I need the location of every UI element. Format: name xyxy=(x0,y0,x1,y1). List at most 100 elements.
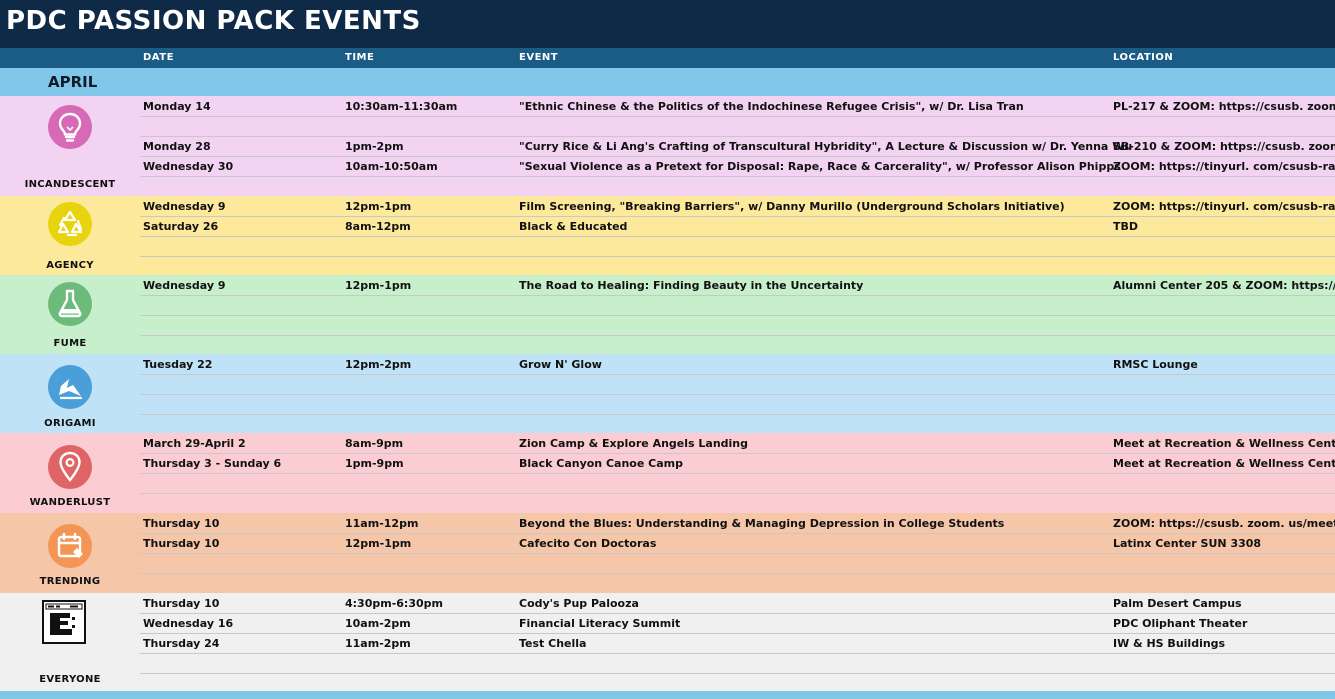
event-row[interactable]: Saturday 26 8am-12pm Black & Educated TBD xyxy=(140,216,1335,237)
event-time-cell[interactable]: 8am-9pm xyxy=(345,437,403,450)
event-date-cell[interactable]: Thursday 24 xyxy=(143,637,219,650)
event-location-cell[interactable]: PDC Oliphant Theater xyxy=(1113,617,1247,630)
event-location-cell[interactable]: Alumni Center 205 & ZOOM: https://csu xyxy=(1113,279,1335,292)
event-time-cell[interactable]: 11am-12pm xyxy=(345,517,418,530)
category-section-agency: AGENCY Wednesday 9 12pm-1pm Film Screening,… xyxy=(0,196,1335,275)
event-date-cell[interactable]: Thursday 10 xyxy=(143,517,219,530)
header-time[interactable]: TIME xyxy=(345,52,374,63)
category-name: WANDERLUST xyxy=(29,497,111,508)
header-date[interactable]: DATE xyxy=(143,52,174,63)
event-event-cell[interactable]: "Ethnic Chinese & the Politics of the In… xyxy=(519,100,1024,113)
event-location-cell[interactable]: TBD xyxy=(1113,220,1138,233)
event-row[interactable] xyxy=(140,256,1335,275)
event-date-cell[interactable]: Wednesday 16 xyxy=(143,617,233,630)
category-name: ORIGAMI xyxy=(44,418,96,429)
event-date-cell[interactable]: March 29-April 2 xyxy=(143,437,246,450)
event-event-cell[interactable]: Cody's Pup Palooza xyxy=(519,597,639,610)
event-date-cell[interactable]: Monday 28 xyxy=(143,140,211,153)
category-name: TRENDING xyxy=(39,576,101,587)
event-row[interactable] xyxy=(140,673,1335,691)
event-row[interactable] xyxy=(140,176,1335,196)
event-time-cell[interactable]: 1pm-9pm xyxy=(345,457,404,470)
event-date-cell[interactable]: Thursday 3 - Sunday 6 xyxy=(143,457,281,470)
event-date-cell[interactable]: Thursday 10 xyxy=(143,597,219,610)
event-row[interactable]: Wednesday 9 12pm-1pm The Road to Healing: … xyxy=(140,275,1335,296)
event-event-cell[interactable]: Test Chella xyxy=(519,637,586,650)
category-label-cell: AGENCY xyxy=(0,196,140,275)
event-time-cell[interactable]: 12pm-2pm xyxy=(345,358,411,371)
event-row[interactable]: Thursday 10 12pm-1pm Cafecito Con Doctoras… xyxy=(140,533,1335,554)
event-date-cell[interactable]: Thursday 10 xyxy=(143,537,219,550)
event-date-cell[interactable]: Wednesday 30 xyxy=(143,160,233,173)
event-row[interactable]: Wednesday 30 10am-10:50am "Sexual Violence… xyxy=(140,156,1335,177)
event-row[interactable]: Tuesday 22 12pm-2pm Grow N' Glow RMSC Loung… xyxy=(140,354,1335,375)
event-row[interactable] xyxy=(140,473,1335,494)
event-location-cell[interactable]: RMSC Lounge xyxy=(1113,358,1198,371)
event-time-cell[interactable]: 1pm-2pm xyxy=(345,140,404,153)
event-location-cell[interactable]: Meet at Recreation & Wellness Center xyxy=(1113,457,1335,470)
event-location-cell[interactable]: Palm Desert Campus xyxy=(1113,597,1242,610)
header-location[interactable]: LOCATION xyxy=(1113,52,1173,63)
event-row[interactable]: March 29-April 2 8am-9pm Zion Camp & Explo… xyxy=(140,433,1335,454)
event-row[interactable]: Wednesday 9 12pm-1pm Film Screening, "Brea… xyxy=(140,196,1335,217)
header-event[interactable]: EVENT xyxy=(519,52,558,63)
event-date-cell[interactable]: Wednesday 9 xyxy=(143,200,226,213)
event-event-cell[interactable]: Black Canyon Canoe Camp xyxy=(519,457,683,470)
event-location-cell[interactable]: Meet at Recreation & Wellness Center xyxy=(1113,437,1335,450)
event-event-cell[interactable]: Financial Literacy Summit xyxy=(519,617,680,630)
category-label-cell: FUME xyxy=(0,275,140,354)
event-date-cell[interactable]: Monday 14 xyxy=(143,100,211,113)
event-row[interactable] xyxy=(140,335,1335,354)
event-location-cell[interactable]: Latinx Center SUN 3308 xyxy=(1113,537,1261,550)
event-row[interactable]: Thursday 3 - Sunday 6 1pm-9pm Black Canyon… xyxy=(140,453,1335,474)
event-event-cell[interactable]: Black & Educated xyxy=(519,220,627,233)
event-event-cell[interactable]: Film Screening, "Breaking Barriers", w/ … xyxy=(519,200,1065,213)
event-location-cell[interactable]: PL-217 & ZOOM: https://csusb. zoom. us xyxy=(1113,100,1335,113)
event-row[interactable] xyxy=(140,573,1335,593)
event-time-cell[interactable]: 10am-2pm xyxy=(345,617,411,630)
event-row[interactable]: Thursday 24 11am-2pm Test Chella IW & HS Bu… xyxy=(140,633,1335,654)
event-event-cell[interactable]: Zion Camp & Explore Angels Landing xyxy=(519,437,748,450)
event-time-cell[interactable]: 10:30am-11:30am xyxy=(345,100,457,113)
event-row[interactable] xyxy=(140,315,1335,336)
event-row[interactable] xyxy=(140,653,1335,674)
category-label-cell: WANDERLUST xyxy=(0,433,140,513)
event-row[interactable]: Thursday 10 4:30pm-6:30pm Cody's Pup Paloo… xyxy=(140,593,1335,614)
event-time-cell[interactable]: 12pm-1pm xyxy=(345,537,411,550)
event-row[interactable] xyxy=(140,553,1335,574)
event-row[interactable] xyxy=(140,414,1335,433)
event-date-cell[interactable]: Saturday 26 xyxy=(143,220,218,233)
event-location-cell[interactable]: SB-210 & ZOOM: https://csusb. zoom. us xyxy=(1113,140,1335,153)
event-time-cell[interactable]: 8am-12pm xyxy=(345,220,411,233)
event-location-cell[interactable]: IW & HS Buildings xyxy=(1113,637,1225,650)
event-date-cell[interactable]: Tuesday 22 xyxy=(143,358,212,371)
event-time-cell[interactable]: 12pm-1pm xyxy=(345,279,411,292)
category-label-cell: ORIGAMI xyxy=(0,354,140,433)
event-row[interactable] xyxy=(140,116,1335,137)
event-location-cell[interactable]: ZOOM: https://tinyurl. com/csusb-race xyxy=(1113,160,1335,173)
event-row[interactable] xyxy=(140,374,1335,395)
event-event-cell[interactable]: "Sexual Violence as a Pretext for Dispos… xyxy=(519,160,1121,173)
event-event-cell[interactable]: Grow N' Glow xyxy=(519,358,602,371)
event-event-cell[interactable]: The Road to Healing: Finding Beauty in t… xyxy=(519,279,863,292)
event-row[interactable]: Wednesday 16 10am-2pm Financial Literacy S… xyxy=(140,613,1335,634)
event-event-cell[interactable]: Cafecito Con Doctoras xyxy=(519,537,656,550)
event-row[interactable] xyxy=(140,236,1335,257)
event-row[interactable]: Monday 14 10:30am-11:30am "Ethnic Chinese … xyxy=(140,96,1335,117)
event-location-cell[interactable]: ZOOM: https://tinyurl. com/csusb-race xyxy=(1113,200,1335,213)
event-row[interactable] xyxy=(140,394,1335,415)
event-time-cell[interactable]: 11am-2pm xyxy=(345,637,411,650)
event-location-cell[interactable]: ZOOM: https://csusb. zoom. us/meeting xyxy=(1113,517,1335,530)
event-event-cell[interactable]: Beyond the Blues: Understanding & Managi… xyxy=(519,517,1004,530)
event-time-cell[interactable]: 10am-10:50am xyxy=(345,160,438,173)
event-time-cell[interactable]: 4:30pm-6:30pm xyxy=(345,597,443,610)
event-date-cell[interactable]: Wednesday 9 xyxy=(143,279,226,292)
month-row: APRIL xyxy=(0,68,1335,96)
event-event-cell[interactable]: "Curry Rice & Li Ang's Crafting of Trans… xyxy=(519,140,1132,153)
event-row[interactable]: Thursday 10 11am-12pm Beyond the Blues: Un… xyxy=(140,513,1335,534)
event-time-cell[interactable]: 12pm-1pm xyxy=(345,200,411,213)
pixel-card-icon xyxy=(42,600,86,644)
event-row[interactable] xyxy=(140,295,1335,316)
event-row[interactable] xyxy=(140,493,1335,513)
event-row[interactable]: Monday 28 1pm-2pm "Curry Rice & Li Ang's C… xyxy=(140,136,1335,157)
